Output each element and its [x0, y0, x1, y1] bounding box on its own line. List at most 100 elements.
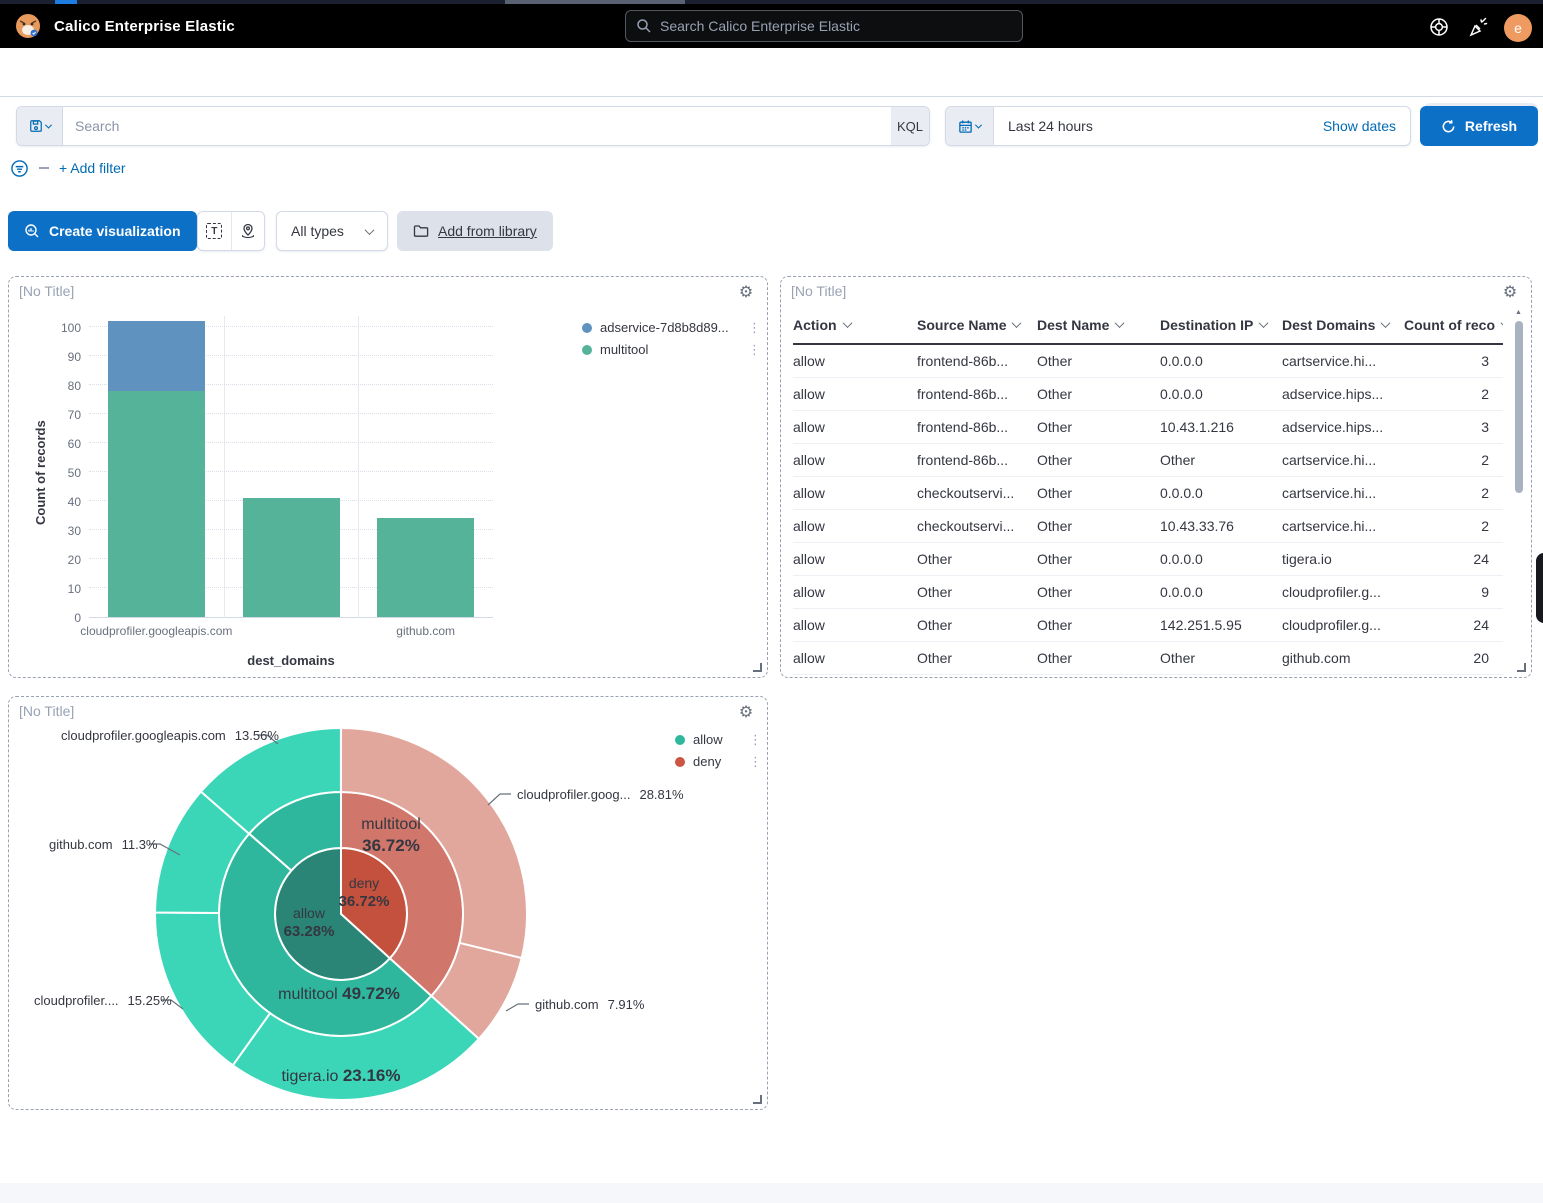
- table-cell: Other: [1037, 411, 1160, 443]
- table-cell: 0.0.0.0: [1160, 576, 1282, 608]
- panel-resize-handle[interactable]: [753, 1095, 762, 1104]
- legend-dot: [582, 323, 592, 333]
- table-cell: 2: [1404, 444, 1503, 476]
- table-cell: Other: [1037, 378, 1160, 410]
- kebab-menu-icon[interactable]: [748, 343, 760, 356]
- panel-gear-icon[interactable]: [1499, 281, 1521, 303]
- table-scrollbar: ▲: [1513, 309, 1525, 673]
- table-cell: tigera.io: [1282, 543, 1404, 575]
- table-cell: 24: [1404, 543, 1503, 575]
- table-cell: allow: [793, 345, 917, 377]
- bar-segment[interactable]: [108, 391, 205, 617]
- x-tick-label: cloudprofiler.googleapis.com: [56, 624, 256, 638]
- table-row: allowcheckoutservi...Other10.43.33.76car…: [793, 510, 1503, 543]
- scrollbar-thumb[interactable]: [1515, 321, 1523, 493]
- table-cell: github.com: [1282, 642, 1404, 674]
- bar-stack: [243, 498, 340, 617]
- all-types-dropdown[interactable]: All types: [276, 211, 388, 251]
- table-row: allowfrontend-86b...Other10.43.1.216adse…: [793, 411, 1503, 444]
- create-visualization-button[interactable]: Create visualization: [8, 211, 197, 251]
- global-search[interactable]: [625, 10, 1023, 42]
- global-search-input[interactable]: [660, 18, 1012, 34]
- table-header-cell[interactable]: Dest Name: [1037, 307, 1160, 343]
- add-filter-link[interactable]: + Add filter: [59, 160, 126, 176]
- filter-dash: [39, 167, 49, 169]
- table-cell: allow: [793, 444, 917, 476]
- table-row: allowcheckoutservi...Other0.0.0.0cartser…: [793, 477, 1503, 510]
- kebab-menu-icon[interactable]: [748, 321, 760, 334]
- table-header-cell[interactable]: Destination IP: [1160, 307, 1282, 343]
- legend-item[interactable]: adservice-7d8b8d89...: [582, 319, 760, 336]
- sunburst-chart: [9, 697, 767, 1109]
- filter-icon[interactable]: [10, 159, 29, 178]
- table-cell: Other: [1037, 477, 1160, 509]
- table-cell: allow: [793, 411, 917, 443]
- refresh-button[interactable]: Refresh: [1420, 106, 1538, 146]
- bar-segment[interactable]: [377, 518, 474, 617]
- kql-language-button[interactable]: KQL: [891, 107, 929, 145]
- table-header-cell[interactable]: Source Name: [917, 307, 1037, 343]
- quick-insert-group: [197, 211, 265, 251]
- table-cell: Other: [1037, 543, 1160, 575]
- panel-resize-handle[interactable]: [753, 663, 762, 672]
- app: Calico Enterprise Elastic e D: [0, 0, 1543, 1203]
- time-range-value[interactable]: Last 24 hours: [994, 107, 1323, 145]
- table-cell: Other: [1037, 609, 1160, 641]
- add-map-button[interactable]: [231, 212, 265, 250]
- calendar-menu-button[interactable]: [946, 107, 994, 145]
- table-cell: 0.0.0.0: [1160, 543, 1282, 575]
- help-lifebuoy-icon[interactable]: [1428, 16, 1450, 38]
- add-from-library-button[interactable]: Add from library: [397, 211, 553, 251]
- saved-query-menu-button[interactable]: [17, 107, 63, 145]
- kebab-menu-icon[interactable]: [749, 733, 761, 746]
- x-axis-title: dest_domains: [89, 653, 493, 668]
- legend-item[interactable]: allow: [675, 731, 761, 748]
- chevron-down-icon: [1501, 318, 1503, 328]
- table-cell: cartservice.hi...: [1282, 345, 1404, 377]
- kql-search-input[interactable]: [63, 107, 891, 145]
- chevron-down-icon: [1012, 318, 1022, 328]
- edge-scroll-handle[interactable]: [1536, 553, 1543, 623]
- bar-chart-panel: [No Title] Count of records 010203040506…: [8, 276, 768, 678]
- bottom-strip: [0, 1183, 1543, 1203]
- show-dates-link[interactable]: Show dates: [1323, 107, 1410, 145]
- kebab-menu-icon[interactable]: [749, 755, 761, 768]
- table-cell: Other: [1037, 576, 1160, 608]
- table-cell: 0.0.0.0: [1160, 345, 1282, 377]
- legend-item[interactable]: deny: [675, 753, 761, 770]
- bar-segment[interactable]: [243, 498, 340, 617]
- table-cell: adservice.hips...: [1282, 378, 1404, 410]
- table-panel: [No Title] ActionSource NameDest NameDes…: [780, 276, 1532, 678]
- data-table: ActionSource NameDest NameDestination IP…: [793, 307, 1503, 675]
- add-text-button[interactable]: [198, 212, 231, 250]
- table-cell: allow: [793, 477, 917, 509]
- table-cell: Other: [1160, 444, 1282, 476]
- calico-logo-icon[interactable]: [14, 12, 42, 40]
- bar-stack: [377, 518, 474, 617]
- table-cell: 10.43.1.216: [1160, 411, 1282, 443]
- app-header: Calico Enterprise Elastic e: [0, 4, 1543, 48]
- legend-item[interactable]: multitool: [582, 341, 760, 358]
- y-tick-label: 50: [55, 466, 81, 480]
- user-avatar[interactable]: e: [1504, 14, 1532, 42]
- news-party-icon[interactable]: [1467, 16, 1489, 38]
- y-tick-label: 80: [55, 379, 81, 393]
- panel-gear-icon[interactable]: [735, 281, 757, 303]
- map-pin-icon: [240, 223, 256, 239]
- chevron-down-icon: [1259, 318, 1269, 328]
- table-cell: Other: [1037, 444, 1160, 476]
- table-cell: Other: [917, 609, 1037, 641]
- search-icon: [636, 18, 652, 34]
- bar-chart-legend: adservice-7d8b8d89... multitool: [582, 319, 760, 358]
- table-header-cell[interactable]: Dest Domains: [1282, 307, 1404, 343]
- bar-segment[interactable]: [108, 321, 205, 391]
- table-header-cell[interactable]: Action: [793, 307, 917, 343]
- table-cell: 2: [1404, 510, 1503, 542]
- panel-resize-handle[interactable]: [1517, 663, 1526, 672]
- scroll-up-icon[interactable]: ▲: [1515, 309, 1522, 316]
- table-header-cell[interactable]: Count of reco: [1404, 307, 1503, 343]
- table-row: allowOtherOther142.251.5.95cloudprofiler…: [793, 609, 1503, 642]
- chevron-down-icon: [842, 318, 852, 328]
- text-icon: [206, 223, 222, 239]
- table-row: allowfrontend-86b...Other0.0.0.0cartserv…: [793, 345, 1503, 378]
